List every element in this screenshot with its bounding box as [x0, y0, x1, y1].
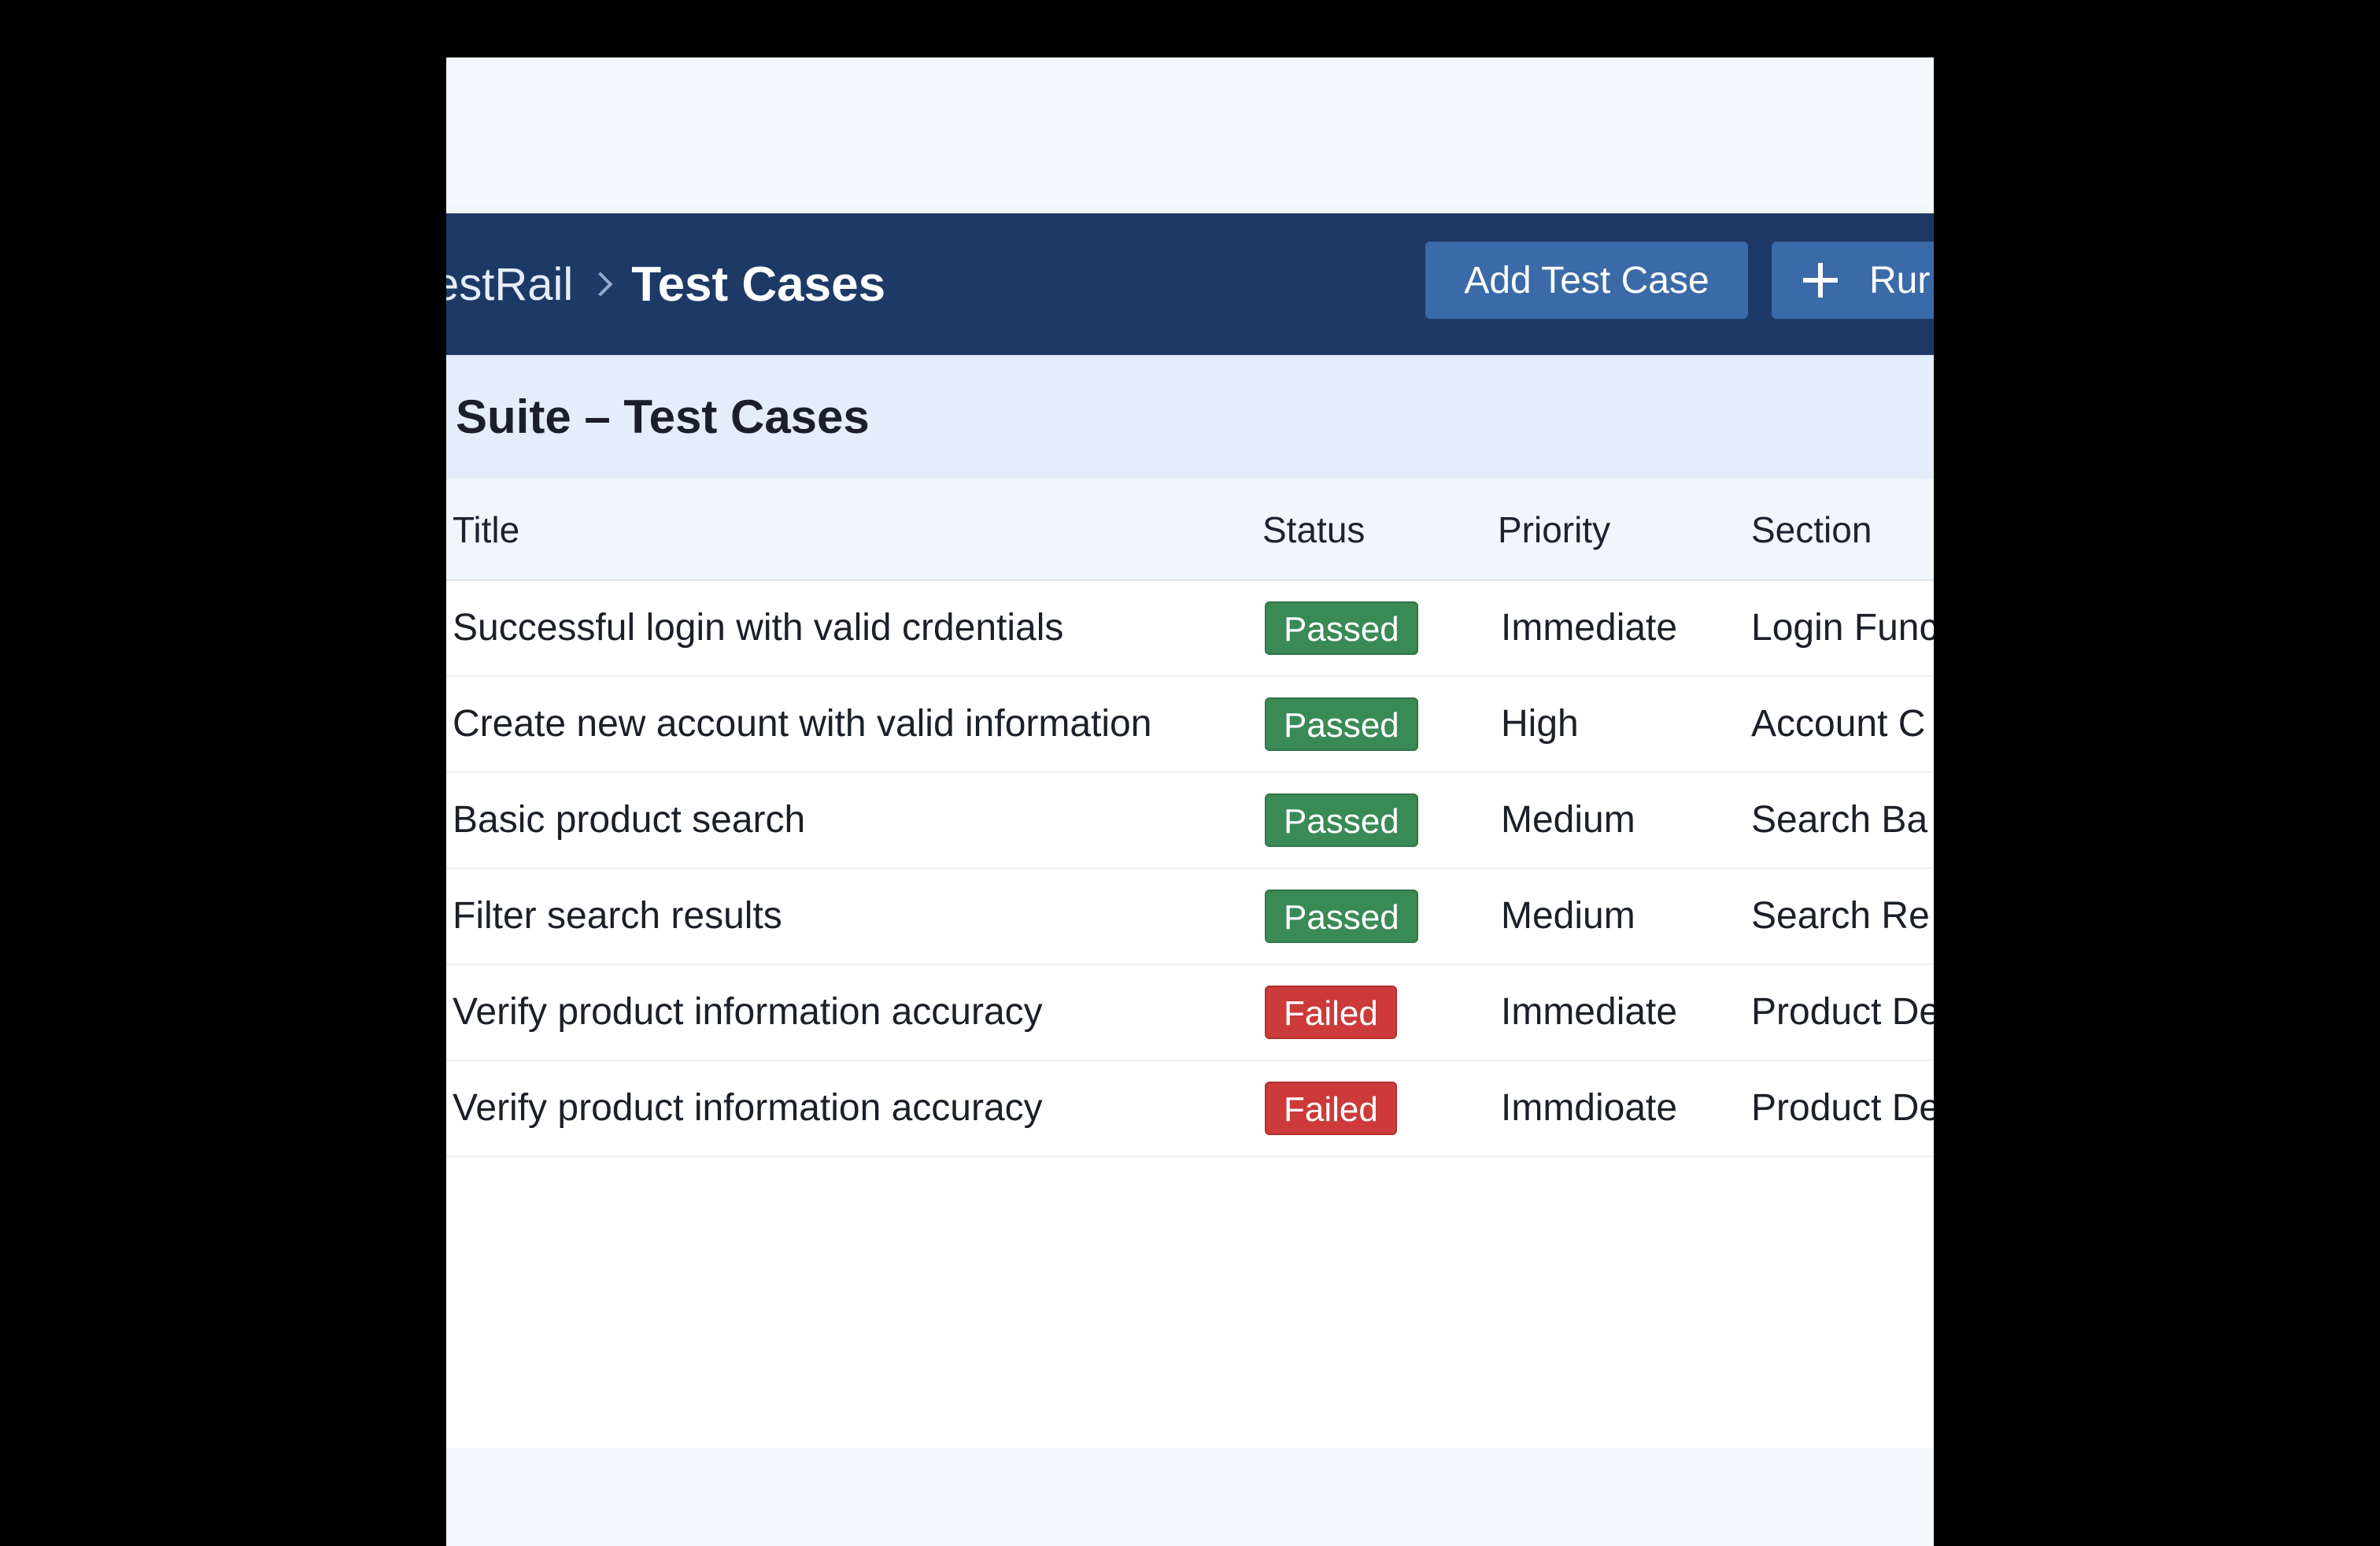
chevron-right-icon — [588, 272, 613, 297]
test-case-title[interactable]: Verify product information accuracy — [453, 1061, 1043, 1156]
status-cell: Passed — [1265, 677, 1418, 771]
priority-value: Immdioate — [1501, 1087, 1678, 1129]
test-cases-panel: estRail Test Cases Add Test Case Rur Sui… — [446, 213, 1934, 1448]
table-row[interactable]: Filter search results Passed Medium Sear… — [446, 869, 1934, 965]
priority-value: High — [1501, 703, 1579, 745]
status-cell: Passed — [1265, 869, 1418, 963]
status-cell: Passed — [1265, 581, 1418, 675]
table-row[interactable]: Create new account with valid informatio… — [446, 677, 1934, 773]
run-button-label: Rur — [1869, 259, 1931, 301]
priority-value: Immediate — [1501, 607, 1678, 649]
priority-value: Medium — [1501, 895, 1635, 937]
status-badge: Passed — [1265, 601, 1418, 655]
section-value: Search Re — [1751, 895, 1930, 937]
bottom-area — [446, 1448, 1934, 1546]
column-header-title[interactable]: Title — [453, 479, 519, 581]
section-value: Login Func — [1751, 607, 1934, 649]
status-badge: Passed — [1265, 697, 1418, 751]
test-case-title[interactable]: Successful login with valid crdentials — [453, 581, 1063, 675]
status-cell: Failed — [1265, 1061, 1397, 1156]
column-header-status[interactable]: Status — [1262, 479, 1365, 581]
app-window: estRail Test Cases Add Test Case Rur Sui… — [446, 57, 1934, 1546]
suite-bar: Suite – Test Cases — [446, 355, 1934, 479]
app-header: estRail Test Cases Add Test Case Rur — [446, 213, 1934, 355]
add-test-case-button[interactable]: Add Test Case — [1425, 242, 1748, 319]
section-value: Product De — [1751, 1087, 1934, 1129]
column-header-priority[interactable]: Priority — [1498, 479, 1610, 581]
section-value: Search Ba — [1751, 799, 1928, 841]
status-badge: Passed — [1265, 793, 1418, 847]
run-button[interactable]: Rur — [1772, 242, 1934, 319]
table-row[interactable]: Verify product information accuracy Fail… — [446, 965, 1934, 1061]
top-area — [446, 57, 1934, 213]
table-header: Title Status Priority Section — [446, 479, 1934, 581]
test-case-title[interactable]: Basic product search — [453, 773, 805, 867]
priority-value: Immediate — [1501, 991, 1678, 1033]
breadcrumb: estRail Test Cases — [446, 213, 885, 355]
suite-title: Suite – Test Cases — [456, 390, 870, 443]
status-badge: Passed — [1265, 890, 1418, 943]
section-value: Product De — [1751, 991, 1934, 1033]
status-badge: Failed — [1265, 1082, 1397, 1135]
table-row[interactable]: Successful login with valid crdentials P… — [446, 581, 1934, 677]
table-row[interactable]: Verify product information accuracy Fail… — [446, 1061, 1934, 1157]
test-case-list: Successful login with valid crdentials P… — [446, 581, 1934, 1157]
page-title: Test Cases — [631, 257, 886, 312]
test-case-title[interactable]: Filter search results — [453, 869, 782, 963]
priority-value: Medium — [1501, 799, 1635, 841]
column-header-section[interactable]: Section — [1751, 479, 1872, 581]
test-case-title[interactable]: Verify product information accuracy — [453, 965, 1043, 1060]
plus-icon — [1803, 263, 1838, 298]
status-cell: Passed — [1265, 773, 1418, 867]
test-case-title[interactable]: Create new account with valid informatio… — [453, 677, 1151, 771]
status-cell: Failed — [1265, 965, 1397, 1060]
status-badge: Failed — [1265, 986, 1397, 1039]
section-value: Account C — [1751, 703, 1926, 745]
add-test-case-label: Add Test Case — [1464, 259, 1709, 301]
breadcrumb-root-link[interactable]: estRail — [446, 258, 573, 311]
table-row[interactable]: Basic product search Passed Medium Searc… — [446, 773, 1934, 869]
